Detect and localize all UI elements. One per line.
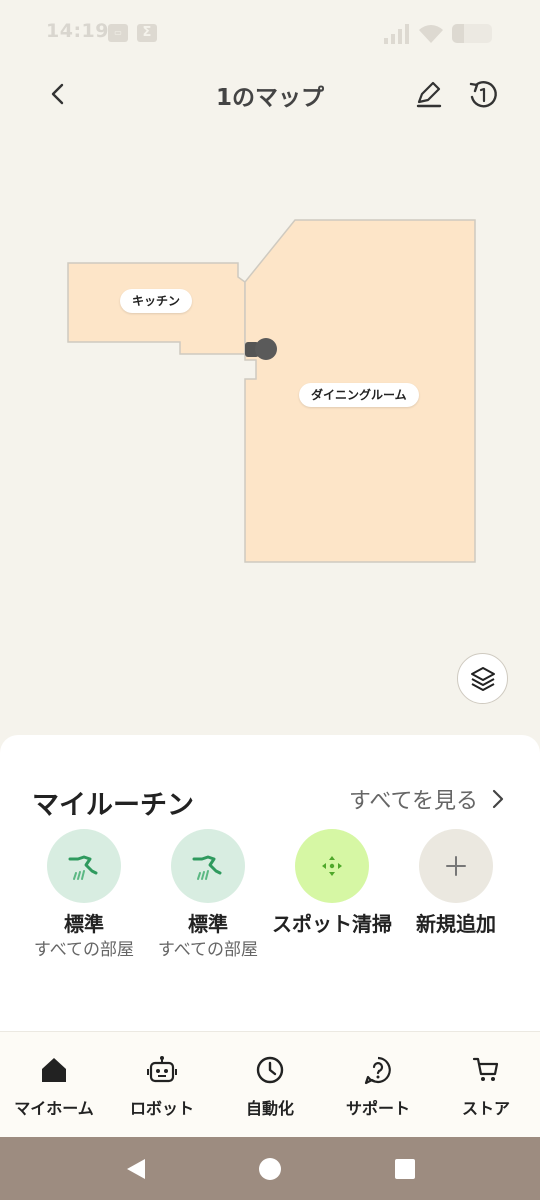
system-recents-button[interactable]	[393, 1157, 417, 1181]
home-icon	[42, 1058, 66, 1082]
pencil-icon	[416, 81, 442, 108]
routines-title: マイルーチン	[32, 790, 194, 821]
robot-icon	[147, 1056, 177, 1083]
square-recents-icon	[395, 1159, 415, 1179]
signal-icon	[384, 24, 409, 44]
see-all-link[interactable]: すべてを見る	[349, 783, 504, 815]
nav-label: 自動化	[245, 1099, 294, 1118]
routine-name: スポット清掃	[272, 912, 392, 936]
edit-button[interactable]	[410, 76, 446, 112]
routine-name: 標準	[64, 912, 104, 936]
routine-name: 新規追加	[416, 912, 496, 936]
triangle-back-icon	[127, 1159, 145, 1179]
sigma-icon: Σ	[137, 24, 157, 42]
room-label-kitchen[interactable]: キッチン	[120, 289, 193, 313]
top-app-bar: 1のマップ	[0, 68, 540, 122]
plus-icon	[446, 856, 466, 876]
map-area[interactable]: キッチン ダイニングルーム	[0, 122, 540, 732]
fan-icon	[192, 855, 222, 880]
routine-add-new[interactable]: 新規追加	[394, 829, 518, 937]
bottom-nav: マイホーム ロボット 自動化 サポート ストア	[0, 1031, 540, 1137]
routines-panel: マイルーチン すべてを見る 標準 すべての部屋 標準 すべての部屋 スポット清掃…	[0, 735, 540, 1031]
routine-standard-2[interactable]: 標準 すべての部屋	[146, 829, 270, 963]
nav-item-store[interactable]: ストア	[432, 1054, 540, 1119]
routine-sub: すべての部屋	[157, 940, 259, 960]
battery-fill	[452, 24, 464, 43]
circle-home-icon	[259, 1158, 281, 1180]
page-title: 1のマップ	[215, 85, 324, 111]
nav-item-my-home[interactable]: マイホーム	[0, 1054, 108, 1119]
system-home-button[interactable]	[258, 1157, 282, 1181]
routine-spot-clean[interactable]: スポット清掃	[270, 829, 394, 937]
see-all-label: すべてを見る	[348, 789, 478, 814]
history-button[interactable]	[464, 76, 502, 114]
nav-label: サポート	[345, 1099, 410, 1118]
routine-circle	[171, 829, 245, 903]
battery-icon	[452, 24, 492, 43]
status-bar: 14:19 ▭ Σ	[0, 0, 540, 68]
routine-circle	[47, 829, 121, 903]
nav-item-support[interactable]: サポート	[324, 1054, 432, 1119]
routine-sub: すべての部屋	[33, 940, 135, 960]
nav-label: マイホーム	[14, 1099, 94, 1118]
box-icon: ▭	[108, 24, 128, 42]
room-label-dining[interactable]: ダイニングルーム	[299, 383, 419, 407]
cart-icon	[472, 1057, 499, 1081]
floor-map	[67, 219, 476, 563]
nav-label: ストア	[461, 1099, 510, 1118]
nav-item-automation[interactable]: 自動化	[216, 1054, 324, 1119]
nav-item-robot[interactable]: ロボット	[108, 1054, 216, 1119]
system-nav-bar	[0, 1137, 540, 1200]
routine-standard-1[interactable]: 標準 すべての部屋	[22, 829, 146, 963]
spot-icon	[322, 856, 342, 876]
status-time: 14:19	[46, 20, 109, 42]
layers-button[interactable]	[457, 653, 508, 704]
fan-icon	[68, 855, 98, 880]
clock-icon	[256, 1056, 284, 1084]
nav-label: ロボット	[129, 1099, 194, 1118]
routine-circle	[419, 829, 493, 903]
layers-icon	[470, 666, 495, 691]
history-icon	[469, 81, 497, 108]
system-back-button[interactable]	[124, 1157, 148, 1181]
wifi-icon	[419, 25, 443, 43]
routine-name: 標準	[188, 912, 228, 936]
help-icon	[364, 1056, 391, 1085]
routine-circle	[295, 829, 369, 903]
chevron-right-icon	[492, 789, 504, 809]
